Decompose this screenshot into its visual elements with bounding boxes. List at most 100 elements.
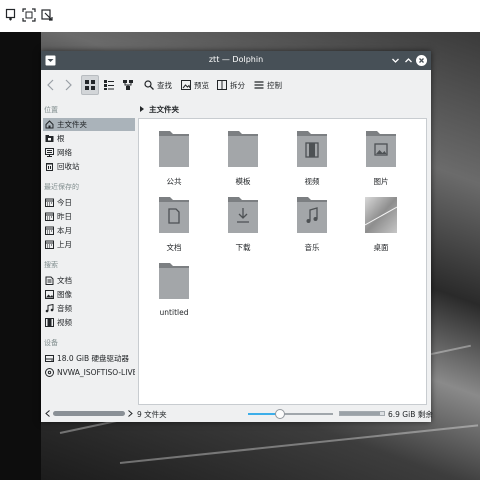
place-label: 网络: [57, 148, 72, 157]
place-label: 文档: [57, 276, 72, 285]
place-label: 音频: [57, 304, 72, 313]
harddisk-icon: [45, 355, 54, 362]
capture-window-icon[interactable]: [5, 8, 19, 22]
place-label: 上月: [57, 240, 72, 249]
view-compact-icon: [104, 80, 114, 90]
capture-freehand-icon[interactable]: [40, 8, 54, 22]
location-breadcrumb[interactable]: 主文件夹: [136, 100, 431, 118]
place-last-month[interactable]: 上月: [43, 238, 135, 251]
zoom-slider-handle[interactable]: [275, 409, 286, 419]
scrollbar-thumb[interactable]: [53, 411, 125, 416]
folder-documents-icon: [159, 197, 189, 233]
maximize-icon[interactable]: [403, 55, 414, 66]
tree-view-button[interactable]: [119, 75, 137, 95]
icons-view-button[interactable]: [81, 75, 99, 95]
window-title: ztt — Dolphin: [208, 55, 264, 64]
file-item[interactable]: 音乐: [281, 195, 343, 255]
file-item[interactable]: 下载: [212, 195, 274, 255]
place-label: 回收站: [57, 162, 80, 171]
scroll-left-icon[interactable]: [45, 410, 51, 417]
close-icon[interactable]: [416, 55, 427, 66]
toolbar: 查找 预览 拆分 控制: [41, 70, 431, 100]
chevron-right-icon: [140, 106, 144, 112]
capture-region-icon[interactable]: [22, 8, 36, 22]
arrow-right-icon: [65, 79, 72, 91]
search-icon: [144, 80, 154, 90]
file-item[interactable]: 图片: [350, 129, 412, 189]
file-name: 模板: [235, 177, 251, 186]
file-name: 图片: [373, 177, 389, 186]
file-name: 音乐: [304, 243, 320, 252]
place-audio[interactable]: 音频: [43, 302, 135, 315]
control-label: 控制: [267, 80, 282, 90]
place-yesterday[interactable]: 昨日: [43, 210, 135, 223]
file-item[interactable]: untitled: [143, 261, 205, 321]
calendar-icon: [45, 226, 54, 235]
arrow-left-icon: [47, 79, 54, 91]
places-horizontal-scrollbar[interactable]: [45, 410, 133, 417]
search-button[interactable]: 查找: [144, 76, 172, 94]
file-item[interactable]: 桌面: [350, 195, 412, 255]
file-item[interactable]: 视频: [281, 129, 343, 189]
file-item[interactable]: 模板: [212, 129, 274, 189]
view-tree-icon: [123, 80, 133, 90]
places-panel: 位置 主文件夹 根 网络 回收站 最近保存的 今日 昨日 本月 上月 搜索 文档…: [41, 100, 136, 405]
forward-button[interactable]: [64, 76, 72, 94]
search-label: 查找: [157, 80, 172, 90]
place-today[interactable]: 今日: [43, 196, 135, 209]
calendar-icon: [45, 240, 54, 249]
preview-button[interactable]: 预览: [181, 76, 209, 94]
place-this-month[interactable]: 本月: [43, 224, 135, 237]
devices-section-heading: 设备: [44, 339, 58, 347]
place-trash[interactable]: 回收站: [43, 160, 135, 173]
device-harddisk[interactable]: 18.0 GiB 硬盘驱动器: [43, 352, 135, 365]
folder-pictures-icon: [366, 131, 396, 167]
file-item[interactable]: 文档: [143, 195, 205, 255]
back-button[interactable]: [47, 76, 55, 94]
place-label: 今日: [57, 198, 72, 207]
device-label: 18.0 GiB 硬盘驱动器: [57, 354, 130, 363]
place-video[interactable]: 视频: [43, 316, 135, 329]
compact-view-button[interactable]: [100, 75, 118, 95]
folder-icon: [159, 131, 189, 167]
status-bar: 9 文件夹 6.9 GiB 剩余: [41, 405, 433, 422]
file-name: untitled: [159, 308, 189, 317]
file-view[interactable]: 公共 模板 视频 图片 文档 下载 音乐 桌面 untitled: [138, 118, 427, 405]
breadcrumb-current[interactable]: 主文件夹: [149, 104, 179, 115]
optical-disc-icon: [45, 368, 54, 377]
control-menu-button[interactable]: 控制: [254, 76, 282, 94]
split-button[interactable]: 拆分: [217, 76, 245, 94]
file-name: 文档: [166, 243, 182, 252]
calendar-icon: [45, 198, 54, 207]
place-root[interactable]: 根: [43, 132, 135, 145]
folder-icon: [159, 263, 189, 299]
place-home[interactable]: 主文件夹: [43, 118, 135, 131]
folder-videos-icon: [297, 131, 327, 167]
recent-section-heading: 最近保存的: [44, 183, 79, 191]
place-label: 本月: [57, 226, 72, 235]
file-item[interactable]: 公共: [143, 129, 205, 189]
free-space-text: 6.9 GiB 剩余: [388, 410, 433, 419]
device-label: NVWA_ISOFTISO-LIVECD: [57, 368, 135, 377]
place-documents[interactable]: 文档: [43, 274, 135, 287]
titlebar[interactable]: ztt — Dolphin: [41, 51, 431, 70]
place-label: 昨日: [57, 212, 72, 221]
place-images[interactable]: 图像: [43, 288, 135, 301]
device-optical-disc[interactable]: NVWA_ISOFTISO-LIVECD: [43, 366, 135, 379]
split-label: 拆分: [230, 80, 245, 90]
preview-label: 预览: [194, 80, 209, 90]
zoom-slider[interactable]: [248, 409, 333, 419]
home-icon: [45, 120, 54, 129]
places-section-heading: 位置: [44, 106, 58, 114]
minimize-icon[interactable]: [390, 55, 401, 66]
place-network[interactable]: 网络: [43, 146, 135, 159]
place-label: 图像: [57, 290, 72, 299]
folder-icon: [228, 131, 258, 167]
video-icon: [45, 318, 54, 327]
dolphin-window: ztt — Dolphin 查找 预览 拆分 控制 位置 主文件夹 根 网络 回…: [41, 51, 433, 422]
free-space-bar: [339, 411, 385, 416]
screenshot-toolbar: [0, 0, 480, 32]
scroll-right-icon[interactable]: [127, 410, 133, 417]
place-label: 主文件夹: [57, 120, 87, 129]
document-icon: [45, 276, 54, 285]
